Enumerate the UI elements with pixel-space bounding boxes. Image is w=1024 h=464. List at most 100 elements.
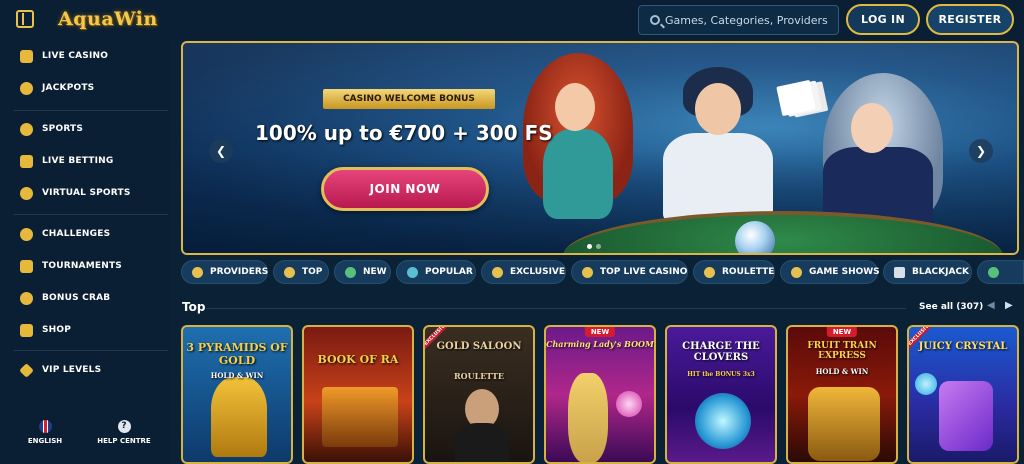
tab-game-shows[interactable]: GAME SHOWS [780,260,880,284]
category-tabs: PROVIDERS TOP NEW POPULAR EXCLUSIVE TOP … [181,260,1024,284]
ball-icon [20,123,33,136]
crab-icon [20,292,33,305]
game-title: FRUIT TRAIN EXPRESS [807,341,877,361]
game-tile[interactable]: BOOK OF RA [302,325,414,464]
promo-ribbon: CASINO WELCOME BONUS [323,89,495,109]
game-shows-icon [791,267,802,278]
tab-label: EXCLUSIVE [510,267,566,277]
menu-toggle-icon[interactable] [16,10,34,28]
tab-roulette[interactable]: ROULETTE [693,260,775,284]
game-title: Charming Lady's BOOM [546,339,654,349]
sidebar-item-label: CHALLENGES [42,229,111,239]
trophy-icon [20,260,33,273]
more-category-icon [988,267,999,278]
sidebar-item-label: SPORTS [42,124,84,134]
sidebar-item-challenges[interactable]: CHALLENGES [0,224,170,246]
basket-icon [20,324,33,337]
banner-next-arrow-icon[interactable]: ❯ [969,139,993,163]
live-casino-icon [582,267,593,278]
tab-label: NEW [363,267,387,277]
lady-art [568,373,608,462]
game-title: GOLD SALOON [436,341,522,352]
sidebar-item-label: VIP LEVELS [42,365,102,375]
carousel-next-icon[interactable]: ▶ [1005,300,1013,311]
tab-new[interactable]: NEW [334,260,391,284]
language-selector[interactable]: ENGLISH [15,420,75,445]
mermaid-face [555,83,595,131]
help-centre-link[interactable]: ? HELP CENTRE [94,420,154,445]
search-input[interactable] [665,10,833,30]
blackjack-icon [894,267,905,278]
sidebar-item-tournaments[interactable]: TOURNAMENTS [0,256,170,278]
game-tile[interactable]: EXCLUSIVE GOLD SALOON ROULETTE [423,325,535,464]
medal-icon [20,228,33,241]
carousel-prev-icon[interactable]: ◀ [987,300,995,311]
orb-art [616,391,642,417]
sidebar-item-label: BONUS CRAB [42,293,111,303]
game-subtitle: HOLD & WIN [210,371,264,380]
tab-providers[interactable]: PROVIDERS [181,260,268,284]
sidebar-item-vip-levels[interactable]: VIP LEVELS [0,360,170,382]
tab-label: PROVIDERS [210,267,269,277]
tab-popular[interactable]: POPULAR [396,260,476,284]
sidebar-item-live-casino[interactable]: LIVE CASINO [0,46,170,68]
banner-prev-arrow-icon[interactable]: ❮ [209,139,233,163]
pagination-dot[interactable] [587,244,592,249]
live-icon [20,155,33,168]
sidebar-item-shop[interactable]: SHOP [0,320,170,342]
sidebar-divider [14,110,168,111]
search-box[interactable] [638,5,839,35]
site-logo[interactable]: AquaWin [58,8,158,30]
providers-icon [192,267,203,278]
clover-icon [20,82,33,95]
tab-more[interactable] [977,260,1024,284]
train-art [808,387,880,461]
game-tile[interactable]: NEW FRUIT TRAIN EXPRESS HOLD & WIN [786,325,898,464]
see-all-link[interactable]: See all (307) [919,302,983,312]
dealer-body [663,133,773,223]
login-button[interactable]: LOG IN [846,4,920,35]
roulette-icon [704,267,715,278]
tab-label: TOP LIVE CASINO [600,267,688,277]
tab-top-live-casino[interactable]: TOP LIVE CASINO [571,260,688,284]
sidebar-item-bonus-crab[interactable]: BONUS CRAB [0,288,170,310]
seven-art [939,381,993,451]
game-tile[interactable]: 3 PYRAMIDS OF GOLD HOLD & WIN [181,325,293,464]
popular-icon [407,267,418,278]
tab-label: POPULAR [425,267,473,277]
register-button[interactable]: REGISTER [926,4,1014,35]
game-subtitle: HOLD & WIN [815,367,869,376]
tab-label: BLACKJACK [912,267,970,277]
sidebar-divider [14,350,168,351]
lightning-icon [345,267,356,278]
join-now-button[interactable]: JOIN NOW [321,167,489,211]
game-tile[interactable]: NEW Charming Lady's BOOM [544,325,656,464]
new-badge: NEW [826,327,858,337]
top-header: AquaWin LOG IN REGISTER [0,0,1024,40]
sidebar-item-jackpots[interactable]: JACKPOTS [0,78,170,100]
pagination-dot[interactable] [596,244,601,249]
section-title: Top [182,300,206,314]
sidebar-item-label: SHOP [42,325,72,335]
sidebar-item-label: LIVE CASINO [42,51,109,61]
sidebar-item-virtual-sports[interactable]: VIRTUAL SPORTS [0,183,170,205]
sidebar-item-label: LIVE BETTING [42,156,114,166]
promo-headline: 100% up to €700 + 300 FS [255,121,553,145]
cards-icon [20,50,33,63]
dealer-face [695,83,741,135]
mermaid-body [543,129,613,219]
dealer-body-art [455,423,509,462]
sidebar-item-live-betting[interactable]: LIVE BETTING [0,151,170,173]
tab-blackjack[interactable]: BLACKJACK [883,260,972,284]
sidebar-item-label: JACKPOTS [42,83,95,93]
game-tile[interactable]: EXCLUSIVE JUICY CRYSTAL [907,325,1019,464]
game-tile[interactable]: CHARGE THE CLOVERS HIT the BONUS 3x3 [665,325,777,464]
crystal-ball-icon [735,221,775,253]
promo-banner[interactable]: CASINO WELCOME BONUS 100% up to €700 + 3… [181,41,1019,255]
tab-exclusive[interactable]: EXCLUSIVE [481,260,566,284]
tab-top[interactable]: TOP [273,260,329,284]
game-title: 3 PYRAMIDS OF GOLD [186,341,288,367]
sidebar-item-sports[interactable]: SPORTS [0,119,170,141]
banner-pagination[interactable] [587,234,627,249]
gem-icon [492,267,503,278]
